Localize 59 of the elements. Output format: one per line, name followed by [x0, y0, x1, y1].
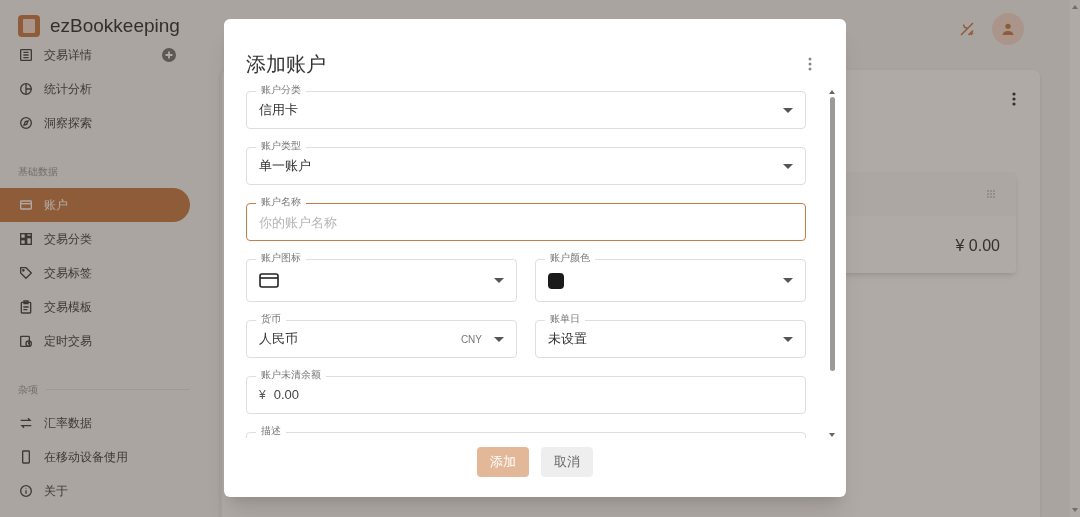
- field-value: 单一账户: [259, 157, 312, 176]
- sidebar-item[interactable]: 统计分析: [0, 72, 220, 106]
- card-icon: [18, 197, 34, 213]
- sidebar-item[interactable]: 交易分类: [0, 222, 220, 256]
- field-label: 账户分类: [256, 83, 306, 97]
- sidebar-item[interactable]: 交易详情: [0, 38, 220, 72]
- sidebar-item[interactable]: 在移动设备使用: [0, 440, 220, 474]
- swap-icon: [18, 415, 34, 431]
- sidebar-item[interactable]: 定时交易: [0, 324, 220, 358]
- caret-icon: [783, 163, 793, 169]
- sidebar-item[interactable]: 交易模板: [0, 290, 220, 324]
- caret-icon: [494, 336, 504, 342]
- scroll-up-icon[interactable]: [829, 89, 835, 95]
- field-label: 账户图标: [256, 251, 306, 265]
- caret-icon: [783, 107, 793, 113]
- balance-amount: ¥ 0.00: [955, 236, 1000, 256]
- field-label: 账户名称: [256, 195, 306, 209]
- card-icon: [259, 273, 279, 288]
- calendar-clock-icon: [18, 333, 34, 349]
- more-icon[interactable]: [1012, 92, 1016, 106]
- field-value: 信用卡: [259, 101, 299, 120]
- user-icon: [1000, 21, 1016, 37]
- app-title: ezBookkeeping: [50, 13, 180, 38]
- pie-chart-icon: [18, 81, 34, 97]
- more-icon[interactable]: [808, 57, 812, 71]
- field-label: 账户未清余额: [256, 368, 326, 382]
- scroll-down-icon[interactable]: [829, 432, 835, 438]
- field-label: 账单日: [545, 312, 585, 326]
- dialog-title: 添加账户: [246, 52, 326, 77]
- caret-icon: [783, 278, 793, 283]
- field-label: 账户颜色: [545, 251, 595, 265]
- field-value: 0.00: [273, 386, 299, 405]
- info-icon: [18, 483, 34, 499]
- sidebar-item[interactable]: 交易标签: [0, 256, 220, 290]
- add-icon[interactable]: [162, 48, 176, 62]
- drag-handle-icon[interactable]: [986, 189, 996, 199]
- sidebar-item[interactable]: 关于: [0, 474, 220, 508]
- caret-icon: [783, 336, 793, 342]
- currency-code: CNY: [460, 332, 482, 347]
- sidebar-item[interactable]: 汇率数据: [0, 406, 220, 440]
- sidebar-item[interactable]: 洞察探索: [0, 106, 220, 140]
- field-label: 账户类型: [256, 139, 306, 153]
- avatar-button[interactable]: [992, 13, 1024, 45]
- scrollbar-thumb[interactable]: [829, 97, 835, 371]
- grid-icon: [18, 231, 34, 247]
- compass-icon: [18, 115, 34, 131]
- list-icon: [18, 47, 34, 63]
- field-value: 人民币: [259, 330, 299, 349]
- field-label: 描述: [256, 424, 286, 438]
- sidebar-item[interactable]: 账户: [0, 188, 190, 222]
- logo-icon: [18, 15, 40, 37]
- currency-symbol: ¥: [259, 387, 266, 404]
- clipboard-icon: [18, 299, 34, 315]
- cancel-button[interactable]: 取消: [541, 447, 593, 477]
- tag-icon: [18, 265, 34, 281]
- theme-icon[interactable]: [958, 20, 976, 38]
- field-value: 未设置: [548, 330, 588, 349]
- field-label: 货币: [256, 312, 286, 326]
- caret-icon: [494, 278, 504, 283]
